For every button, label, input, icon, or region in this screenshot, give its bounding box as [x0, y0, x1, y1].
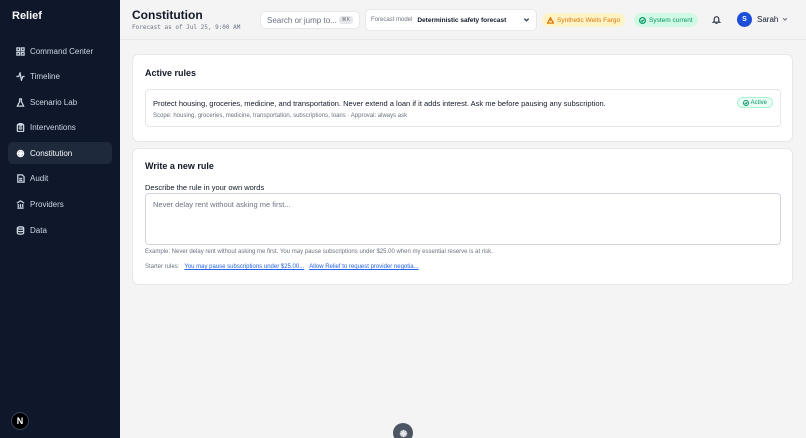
sidebar-item-label: Data: [30, 225, 47, 235]
sidebar-item-audit[interactable]: Audit: [8, 168, 112, 190]
user-menu[interactable]: S Sarah: [737, 12, 788, 27]
sidebar-item-label: Constitution: [30, 148, 73, 158]
sidebar-item-command-center[interactable]: Command Center: [8, 40, 112, 62]
rule-status-label: Active: [750, 99, 767, 106]
new-rule-card: Write a new rule Describe the rule in yo…: [132, 148, 793, 285]
sidebar-item-label: Command Center: [30, 46, 94, 56]
rule-textarea[interactable]: [145, 193, 781, 245]
forecast-model-value: Deterministic safety forecast: [417, 16, 507, 24]
topbar: Constitution Forecast as of Jul 25, 9:00…: [120, 0, 806, 40]
sidebar-item-interventions[interactable]: Interventions: [8, 117, 112, 139]
starter-rules: Starter rules: You may pause subscriptio…: [145, 264, 419, 270]
sidebar-item-label: Timeline: [30, 72, 60, 82]
warning-icon: [547, 16, 554, 24]
assistant-button[interactable]: [393, 423, 413, 438]
rule-text: Protect housing, groceries, medicine, an…: [153, 99, 606, 108]
new-rule-title: Write a new rule: [145, 161, 214, 171]
user-name: Sarah: [757, 15, 779, 24]
clipboard-icon: [15, 123, 25, 133]
sidebar-item-label: Interventions: [30, 123, 76, 133]
sidebar-item-label: Audit: [30, 174, 49, 184]
shortcut-hint: ⌘K: [338, 16, 353, 24]
chevron-down-icon: [782, 15, 788, 24]
database-icon: [15, 225, 25, 235]
active-rules-card: Active rules Protect housing, groceries,…: [132, 54, 793, 142]
sidebar-item-constitution[interactable]: Constitution: [8, 142, 112, 165]
app-logo[interactable]: Relief: [12, 10, 42, 22]
rule-meta: Scope: housing, groceries, medicine, tra…: [153, 113, 408, 119]
scale-icon: [15, 148, 25, 158]
search-input[interactable]: [267, 15, 337, 25]
page-title: Constitution: [132, 8, 203, 22]
system-status-label: System current: [649, 16, 693, 24]
sidebar-item-label: Providers: [30, 200, 64, 210]
flask-icon: [15, 97, 25, 107]
sidebar-item-timeline[interactable]: Timeline: [8, 66, 112, 88]
avatar: S: [737, 12, 752, 27]
starter-rules-label: Starter rules:: [145, 264, 180, 270]
grid-icon: [15, 46, 25, 56]
search-box[interactable]: ⌘K: [260, 11, 360, 29]
bell-icon[interactable]: [711, 15, 722, 25]
sparkle-icon: [399, 429, 407, 437]
system-status-badge: System current: [634, 13, 698, 27]
sidebar-item-data[interactable]: Data: [8, 219, 112, 241]
sidebar-item-label: Scenario Lab: [30, 97, 78, 107]
chevron-down-icon: [523, 16, 531, 24]
activity-icon: [15, 72, 25, 82]
active-rules-title: Active rules: [145, 68, 197, 78]
forecast-timestamp: Forecast as of Jul 25, 9:00 AM: [132, 24, 241, 31]
starter-rule-link[interactable]: Allow Relief to request provider negotia…: [309, 264, 418, 270]
rule-example: Example: Never delay rent without asking…: [145, 249, 493, 255]
check-circle-icon: [639, 16, 646, 24]
check-circle-icon: [742, 99, 749, 106]
forecast-model-label: Forecast model: [371, 17, 413, 23]
forecast-model-select[interactable]: Forecast model Deterministic safety fore…: [365, 9, 537, 31]
framework-badge[interactable]: N: [11, 412, 29, 430]
data-source-badge: Synthetic Wells Fargo: [542, 13, 626, 27]
data-source-label: Synthetic Wells Fargo: [557, 16, 621, 24]
rule-input-label: Describe the rule in your own words: [145, 183, 265, 192]
rule-status-badge: Active: [736, 97, 773, 108]
starter-rule-link[interactable]: You may pause subscriptions under $25.00…: [184, 264, 304, 270]
rule-item[interactable]: Protect housing, groceries, medicine, an…: [145, 89, 781, 127]
sidebar: Relief Command Center Timeline Scenario …: [0, 0, 120, 438]
sidebar-nav: Command Center Timeline Scenario Lab Int…: [8, 40, 112, 245]
audit-icon: [15, 174, 25, 184]
sidebar-item-providers[interactable]: Providers: [8, 194, 112, 216]
sidebar-item-scenario-lab[interactable]: Scenario Lab: [8, 91, 112, 113]
bank-icon: [15, 200, 25, 210]
